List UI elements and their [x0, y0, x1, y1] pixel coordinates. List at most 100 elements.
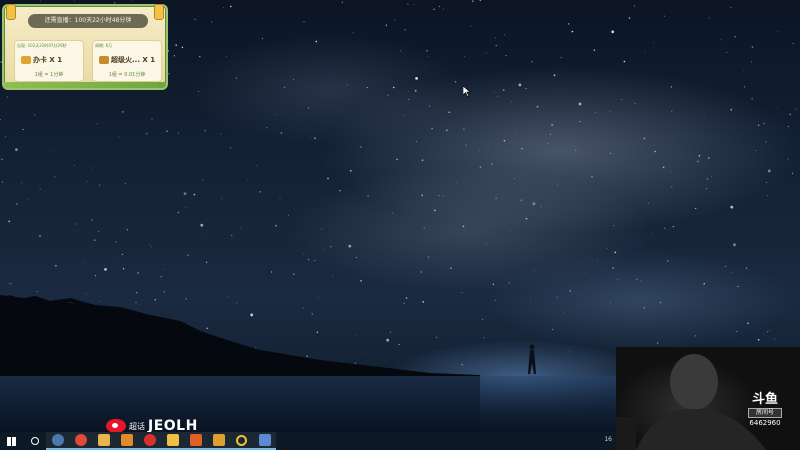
reward-card[interactable]: 周期: 6万 超级火... X 1 1组 = 0.01分钟	[92, 40, 162, 82]
walking-figure	[528, 344, 536, 374]
star	[697, 160, 699, 163]
chrome-icon	[74, 434, 87, 446]
star	[510, 230, 512, 231]
star	[486, 243, 487, 245]
star	[73, 0, 76, 1]
star	[491, 163, 494, 165]
star	[706, 178, 708, 180]
taskbar-app-app-icon[interactable]	[161, 432, 184, 450]
star	[667, 260, 669, 262]
star	[593, 49, 596, 51]
star	[508, 282, 511, 284]
star	[465, 144, 467, 146]
star	[578, 102, 582, 106]
star	[571, 30, 574, 33]
lantern-icon	[154, 4, 164, 20]
taskbar-app-app-icon[interactable]	[253, 432, 276, 450]
star	[396, 158, 398, 161]
star	[518, 83, 522, 87]
star	[34, 114, 36, 116]
douyu-logo: 斗鱼	[751, 392, 778, 407]
star	[164, 268, 166, 270]
star	[348, 244, 352, 248]
star	[293, 273, 295, 275]
star	[421, 194, 424, 197]
star	[708, 17, 710, 19]
star	[628, 17, 631, 19]
star	[315, 40, 318, 43]
taskbar-app-steam-icon[interactable]	[46, 432, 69, 450]
star	[438, 194, 440, 197]
star	[39, 188, 41, 190]
live-event-panel: 还需直播：100天22小时48分钟 出现: 102天22时47分20秒 办卡 X…	[2, 4, 168, 90]
star	[737, 285, 739, 288]
star	[74, 165, 75, 166]
star	[168, 73, 170, 75]
star	[274, 113, 276, 115]
star	[205, 261, 208, 264]
star	[341, 1, 344, 3]
star	[307, 107, 310, 109]
star	[698, 154, 701, 157]
star	[503, 139, 506, 142]
star	[777, 31, 779, 32]
taskbar-app-netease-music-icon[interactable]	[138, 432, 161, 450]
star	[503, 89, 505, 91]
star	[10, 283, 12, 285]
star	[547, 142, 549, 144]
star	[91, 219, 93, 221]
star	[183, 192, 187, 196]
star	[346, 84, 348, 86]
star	[470, 25, 472, 27]
star	[497, 96, 499, 98]
app-icon	[258, 434, 271, 446]
star	[662, 166, 665, 169]
star	[122, 111, 124, 113]
taskbar-app-folder-icon[interactable]	[92, 432, 115, 450]
star	[568, 23, 570, 25]
star	[591, 175, 593, 178]
star	[407, 3, 409, 6]
star	[350, 170, 352, 172]
taskbar-app-app-icon[interactable]	[184, 432, 207, 450]
star	[471, 0, 474, 3]
star	[421, 159, 424, 162]
star	[731, 272, 732, 274]
star	[461, 292, 463, 294]
star	[606, 247, 608, 249]
star	[325, 162, 327, 163]
star	[314, 260, 316, 262]
taskbar-app-app-icon[interactable]	[115, 432, 138, 450]
reward-item: 办卡 X 1	[21, 55, 62, 65]
star	[240, 227, 242, 228]
star	[181, 46, 184, 49]
star	[671, 186, 673, 188]
taskbar-app-chrome-icon[interactable]	[69, 432, 92, 450]
star	[479, 0, 482, 2]
ring-icon	[236, 434, 247, 446]
watermark-prefix: 超话	[129, 421, 145, 431]
star	[734, 35, 736, 38]
star	[733, 243, 736, 247]
star	[765, 141, 767, 143]
star	[611, 30, 615, 34]
star	[185, 207, 187, 209]
taskbar-app-app-icon[interactable]	[207, 432, 230, 450]
star	[611, 180, 613, 181]
taskbar-app-ring-icon[interactable]	[230, 432, 253, 450]
star	[93, 239, 96, 241]
star	[247, 179, 248, 180]
star	[303, 253, 305, 255]
star	[40, 0, 41, 2]
star	[763, 122, 765, 125]
taskbar-app-search-icon[interactable]	[23, 432, 46, 450]
reward-card[interactable]: 出现: 102天22时47分20秒 办卡 X 1 1组 = 1分钟	[14, 40, 84, 82]
star	[427, 256, 430, 258]
star	[525, 217, 528, 220]
star	[433, 8, 435, 10]
start-button[interactable]	[0, 432, 23, 450]
star	[583, 271, 585, 273]
tray-clock[interactable]: 16	[604, 436, 612, 443]
windows-logo-icon	[7, 436, 16, 446]
star	[575, 149, 577, 151]
